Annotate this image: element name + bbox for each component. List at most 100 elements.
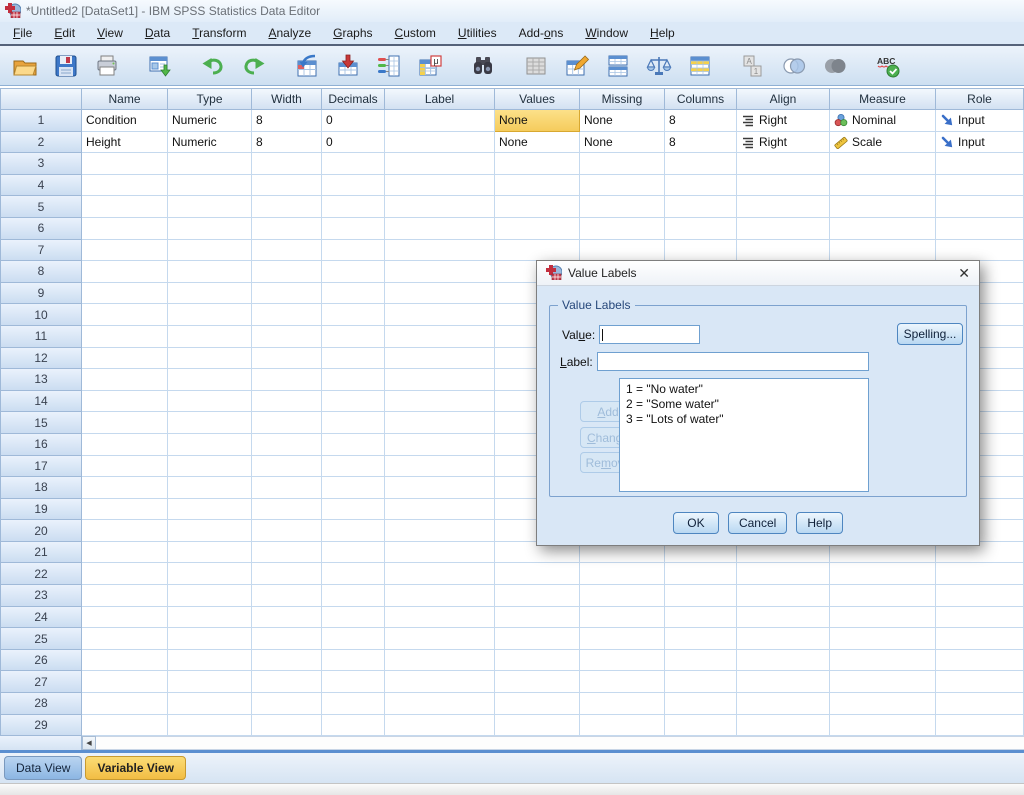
cell-width-row24[interactable] xyxy=(252,607,322,629)
cell-width-row21[interactable] xyxy=(252,542,322,564)
menu-utilities[interactable]: Utilities xyxy=(447,22,508,44)
cell-type-row2[interactable]: Numeric xyxy=(168,132,252,154)
cell-align-row4[interactable] xyxy=(737,175,830,197)
cell-type-row15[interactable] xyxy=(168,412,252,434)
cell-missing-row22[interactable] xyxy=(580,563,665,585)
cell-measure-row26[interactable] xyxy=(830,650,936,672)
cell-label-row18[interactable] xyxy=(385,477,495,499)
cell-missing-row2[interactable]: None xyxy=(580,132,665,154)
row-header-17[interactable]: 17 xyxy=(0,456,82,478)
cell-width-row15[interactable] xyxy=(252,412,322,434)
cell-measure-row3[interactable] xyxy=(830,153,936,175)
window-titlebar[interactable]: *Untitled2 [DataSet1] - IBM SPSS Statist… xyxy=(0,0,1024,22)
scroll-left-arrow-icon[interactable]: ◀ xyxy=(82,736,96,750)
cell-label-row25[interactable] xyxy=(385,628,495,650)
cell-width-row1[interactable]: 8 xyxy=(252,110,322,132)
cell-missing-row4[interactable] xyxy=(580,175,665,197)
print-icon[interactable] xyxy=(88,49,126,83)
cell-measure-row7[interactable] xyxy=(830,240,936,262)
scrollbar-track[interactable] xyxy=(96,736,1024,750)
menu-edit[interactable]: Edit xyxy=(43,22,86,44)
menu-analyze[interactable]: Analyze xyxy=(257,22,322,44)
cell-width-row29[interactable] xyxy=(252,715,322,737)
cell-type-row27[interactable] xyxy=(168,671,252,693)
cell-values-row1[interactable]: None xyxy=(495,110,580,132)
cell-label-row7[interactable] xyxy=(385,240,495,262)
cell-name-row20[interactable] xyxy=(82,520,168,542)
col-header-name[interactable]: Name xyxy=(82,88,168,110)
cell-width-row28[interactable] xyxy=(252,693,322,715)
cell-name-row15[interactable] xyxy=(82,412,168,434)
cell-name-row22[interactable] xyxy=(82,563,168,585)
cell-columns-row7[interactable] xyxy=(665,240,737,262)
cell-type-row17[interactable] xyxy=(168,456,252,478)
value-label-entry[interactable]: 1 = "No water" xyxy=(626,382,862,397)
cell-type-row8[interactable] xyxy=(168,261,252,283)
row-header-1[interactable]: 1 xyxy=(0,110,82,132)
cell-type-row26[interactable] xyxy=(168,650,252,672)
cell-width-row14[interactable] xyxy=(252,391,322,413)
cell-role-row22[interactable] xyxy=(936,563,1024,585)
cell-type-row24[interactable] xyxy=(168,607,252,629)
col-header-label[interactable]: Label xyxy=(385,88,495,110)
undo-icon[interactable] xyxy=(194,49,232,83)
cell-label-row12[interactable] xyxy=(385,348,495,370)
recall-dialogs-icon[interactable] xyxy=(141,49,179,83)
cell-name-row4[interactable] xyxy=(82,175,168,197)
cell-label-row15[interactable] xyxy=(385,412,495,434)
cell-missing-row29[interactable] xyxy=(580,715,665,737)
value-label-entry[interactable]: 3 = "Lots of water" xyxy=(626,412,862,427)
cell-missing-row5[interactable] xyxy=(580,196,665,218)
row-header-6[interactable]: 6 xyxy=(0,218,82,240)
cell-label-row17[interactable] xyxy=(385,456,495,478)
col-header-type[interactable]: Type xyxy=(168,88,252,110)
cell-columns-row1[interactable]: 8 xyxy=(665,110,737,132)
cell-label-row8[interactable] xyxy=(385,261,495,283)
cell-width-row17[interactable] xyxy=(252,456,322,478)
cell-width-row8[interactable] xyxy=(252,261,322,283)
cell-type-row28[interactable] xyxy=(168,693,252,715)
variables-icon[interactable] xyxy=(370,49,408,83)
cell-type-row12[interactable] xyxy=(168,348,252,370)
cell-columns-row28[interactable] xyxy=(665,693,737,715)
cell-label-row5[interactable] xyxy=(385,196,495,218)
cell-width-row7[interactable] xyxy=(252,240,322,262)
open-file-icon[interactable] xyxy=(6,49,44,83)
cell-columns-row26[interactable] xyxy=(665,650,737,672)
cell-decimals-row20[interactable] xyxy=(322,520,385,542)
cell-measure-row24[interactable] xyxy=(830,607,936,629)
cell-type-row18[interactable] xyxy=(168,477,252,499)
cell-align-row2[interactable]: Right xyxy=(737,132,830,154)
cell-decimals-row3[interactable] xyxy=(322,153,385,175)
row-header-2[interactable]: 2 xyxy=(0,132,82,154)
cell-type-row5[interactable] xyxy=(168,196,252,218)
row-header-9[interactable]: 9 xyxy=(0,283,82,305)
cell-name-row7[interactable] xyxy=(82,240,168,262)
spell-check-icon[interactable]: ABC xyxy=(869,49,907,83)
variable-info-icon[interactable]: μ xyxy=(411,49,449,83)
cell-align-row7[interactable] xyxy=(737,240,830,262)
menu-data[interactable]: Data xyxy=(134,22,181,44)
col-header-decimals[interactable]: Decimals xyxy=(322,88,385,110)
cell-decimals-row13[interactable] xyxy=(322,369,385,391)
redo-icon[interactable] xyxy=(235,49,273,83)
value-label-entry[interactable]: 2 = "Some water" xyxy=(626,397,862,412)
cell-measure-row28[interactable] xyxy=(830,693,936,715)
cell-type-row9[interactable] xyxy=(168,283,252,305)
ok-button[interactable]: OK xyxy=(673,512,719,534)
cell-width-row11[interactable] xyxy=(252,326,322,348)
menu-graphs[interactable]: Graphs xyxy=(322,22,383,44)
cell-type-row19[interactable] xyxy=(168,499,252,521)
cell-missing-row1[interactable]: None xyxy=(580,110,665,132)
select-cases-icon[interactable] xyxy=(681,49,719,83)
cell-decimals-row10[interactable] xyxy=(322,304,385,326)
row-header-4[interactable]: 4 xyxy=(0,175,82,197)
show-all-variables-icon[interactable] xyxy=(816,49,854,83)
cell-label-row26[interactable] xyxy=(385,650,495,672)
cell-align-row23[interactable] xyxy=(737,585,830,607)
cell-values-row25[interactable] xyxy=(495,628,580,650)
cell-width-row27[interactable] xyxy=(252,671,322,693)
row-header-21[interactable]: 21 xyxy=(0,542,82,564)
cell-align-row27[interactable] xyxy=(737,671,830,693)
cell-name-row25[interactable] xyxy=(82,628,168,650)
